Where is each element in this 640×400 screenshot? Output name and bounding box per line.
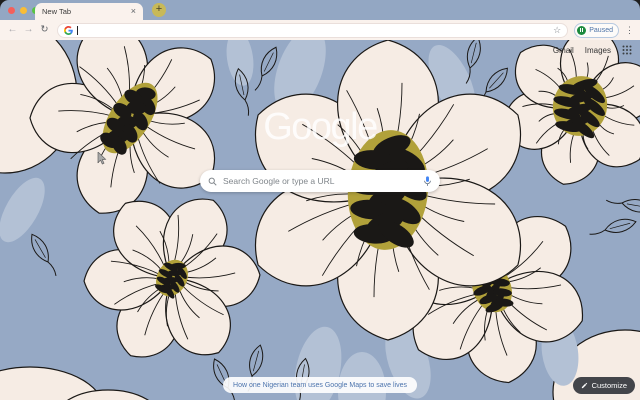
gmail-link[interactable]: Gmail <box>553 46 574 55</box>
pencil-icon <box>581 382 587 389</box>
new-tab-button[interactable]: + <box>152 3 166 17</box>
google-logo: Google <box>263 106 378 148</box>
tab-strip: New Tab × + <box>0 0 640 20</box>
minimize-window-button[interactable] <box>20 6 27 14</box>
tab-title: New Tab <box>42 7 72 16</box>
new-tab-page: Gmail Images Google Search Google or typ… <box>0 40 640 400</box>
microphone-icon[interactable] <box>423 175 432 187</box>
search-icon <box>208 177 217 186</box>
tab-new-tab[interactable]: New Tab × <box>35 3 143 20</box>
search-placeholder: Search Google or type a URL <box>223 176 335 186</box>
toolbar: ← → ↻ ☆ Paused ⋮ <box>0 20 640 40</box>
tab-close-icon[interactable]: × <box>131 7 136 16</box>
sync-paused-badge[interactable]: Paused <box>574 22 619 38</box>
browser-menu-icon[interactable]: ⋮ <box>625 25 634 36</box>
images-link[interactable]: Images <box>585 46 611 55</box>
promo-pill[interactable]: How one Nigerian team uses Google Maps t… <box>223 377 417 393</box>
bookmark-star-icon[interactable]: ☆ <box>553 25 561 35</box>
browser-window: New Tab × + ← → ↻ ☆ Paused ⋮ Gmail Image… <box>0 0 640 400</box>
paused-label: Paused <box>589 26 613 34</box>
customize-button[interactable]: Customize <box>572 377 635 394</box>
pause-icon <box>577 25 587 35</box>
close-window-button[interactable] <box>8 6 15 14</box>
floral-theme-background <box>0 40 640 400</box>
reload-icon[interactable]: ↻ <box>38 25 51 35</box>
address-bar[interactable]: ☆ <box>57 22 569 38</box>
google-apps-grid-icon[interactable] <box>622 45 632 55</box>
search-bar[interactable]: Search Google or type a URL <box>200 170 440 192</box>
back-icon[interactable]: ← <box>6 25 19 35</box>
mouse-cursor <box>97 152 107 165</box>
forward-icon[interactable]: → <box>22 25 35 35</box>
quick-links: Gmail Images <box>553 45 632 55</box>
text-caret <box>77 25 78 35</box>
google-favicon <box>64 25 73 35</box>
customize-label: Customize <box>591 381 627 390</box>
promo-link[interactable]: How one Nigerian team uses Google Maps t… <box>233 382 407 389</box>
